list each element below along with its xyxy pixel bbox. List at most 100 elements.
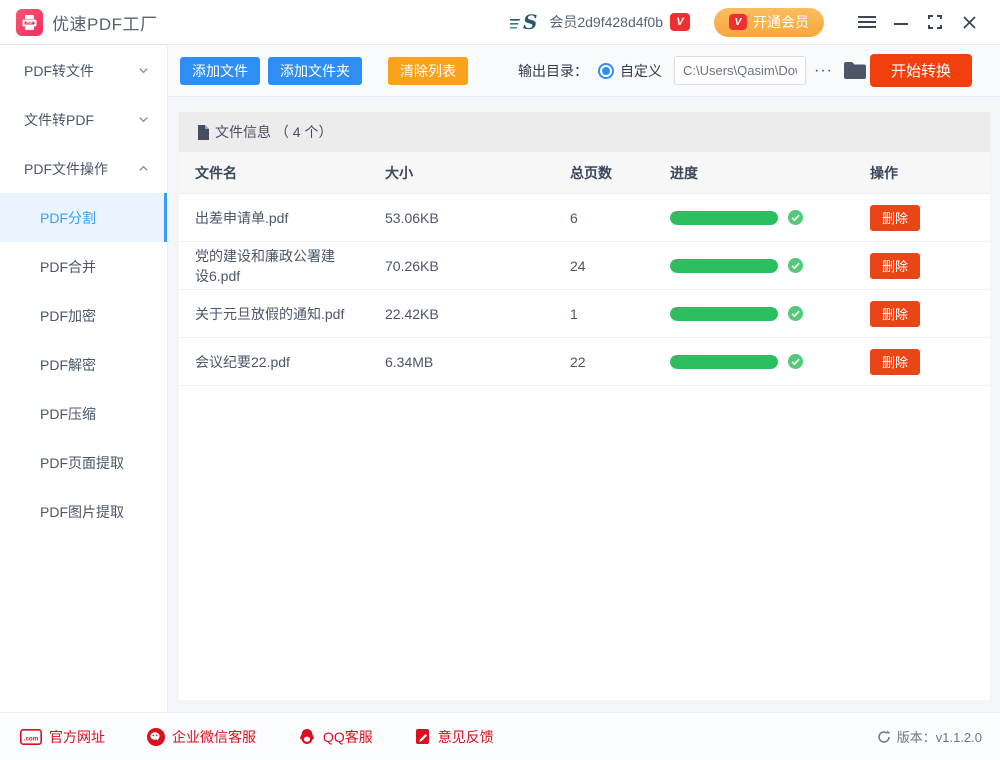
delete-button[interactable]: 删除 [870, 205, 920, 231]
sidebar-group-pdf-operations[interactable]: PDF文件操作 [0, 144, 167, 193]
table-header: 文件名 大小 总页数 进度 操作 [179, 152, 990, 194]
app-title: 优速PDF工厂 [52, 10, 158, 35]
swoosh-logo-icon: S [510, 11, 542, 33]
output-path-input[interactable] [674, 56, 806, 85]
version-check[interactable]: 版本：v1.1.2.0 [877, 727, 982, 746]
hamburger-icon [858, 15, 876, 29]
add-file-button[interactable]: 添加文件 [180, 57, 260, 85]
col-header-pages: 总页数 [554, 163, 654, 183]
table-row: 会议纪要22.pdf 6.34MB 22 删除 [179, 338, 990, 386]
minimize-icon [894, 15, 908, 29]
group-label: PDF文件操作 [24, 159, 108, 179]
svg-text:.com: .com [24, 735, 39, 742]
qq-icon [298, 728, 316, 746]
sidebar-item-pdf-encrypt[interactable]: PDF加密 [0, 291, 167, 340]
file-name: 会议纪要22.pdf [195, 352, 290, 372]
link-label: 意见反馈 [438, 727, 494, 747]
clear-list-button[interactable]: 清除列表 [388, 57, 468, 85]
col-header-size: 大小 [369, 163, 554, 183]
col-header-filename: 文件名 [179, 163, 369, 183]
item-label: PDF分割 [40, 208, 96, 228]
delete-button[interactable]: 删除 [870, 349, 920, 375]
table-row: 出差申请单.pdf 53.06KB 6 删除 [179, 194, 990, 242]
app-logo-icon: PDF [16, 9, 43, 36]
item-label: PDF页面提取 [40, 453, 124, 473]
sidebar-group-file-to-pdf[interactable]: 文件转PDF [0, 95, 167, 144]
maximize-button[interactable] [918, 7, 952, 37]
success-check-icon [788, 306, 803, 321]
main-content: 添加文件 添加文件夹 清除列表 输出目录： 自定义 ··· 开始转换 [168, 45, 1000, 712]
close-button[interactable] [952, 7, 986, 37]
success-check-icon [788, 354, 803, 369]
wechat-service-link[interactable]: 企业微信客服 [147, 727, 256, 747]
file-name: 党的建设和廉政公署建设6.pdf [195, 246, 347, 286]
item-label: PDF合并 [40, 257, 96, 277]
add-folder-button[interactable]: 添加文件夹 [268, 57, 362, 85]
browse-more-button[interactable]: ··· [814, 62, 833, 80]
document-icon [197, 125, 210, 140]
menu-button[interactable] [850, 7, 884, 37]
delete-button[interactable]: 删除 [870, 301, 920, 327]
item-label: PDF图片提取 [40, 502, 124, 522]
start-convert-button[interactable]: 开始转换 [870, 54, 972, 87]
item-label: PDF解密 [40, 355, 96, 375]
file-size: 53.06KB [369, 210, 554, 226]
file-pages: 6 [554, 210, 654, 226]
sidebar-item-pdf-image-extract[interactable]: PDF图片提取 [0, 487, 167, 536]
chevron-down-icon [138, 65, 149, 76]
file-pages: 24 [554, 258, 654, 274]
output-dir-label: 输出目录： [518, 61, 588, 81]
progress-bar [670, 307, 778, 321]
vip-icon: V [729, 14, 747, 30]
close-icon [963, 16, 976, 29]
app-window: PDF 优速PDF工厂 S 会员2d9f428d4f0b V V 开通会员 [0, 0, 1000, 760]
sidebar-item-pdf-compress[interactable]: PDF压缩 [0, 389, 167, 438]
svg-text:S: S [523, 11, 537, 33]
sidebar-item-pdf-split[interactable]: PDF分割 [0, 193, 167, 242]
member-account[interactable]: S 会员2d9f428d4f0b V [510, 11, 690, 33]
table-empty-area [179, 386, 990, 700]
sidebar: PDF转文件 文件转PDF PDF文件操作 PDF分割 PDF合并 PDF加密 … [0, 45, 168, 712]
upgrade-label: 开通会员 [753, 12, 809, 32]
maximize-icon [928, 15, 942, 29]
file-pages: 1 [554, 306, 654, 322]
delete-button[interactable]: 删除 [870, 253, 920, 279]
file-info-title: 文件信息 （ 4 个） [215, 122, 332, 142]
feedback-icon [415, 728, 431, 746]
item-label: PDF压缩 [40, 404, 96, 424]
link-label: 官方网址 [49, 727, 105, 747]
sidebar-item-pdf-page-extract[interactable]: PDF页面提取 [0, 438, 167, 487]
open-folder-button[interactable] [843, 61, 867, 80]
titlebar: PDF 优速PDF工厂 S 会员2d9f428d4f0b V V 开通会员 [0, 0, 1000, 45]
svg-text:PDF: PDF [26, 21, 32, 25]
chevron-down-icon [138, 114, 149, 125]
file-name: 关于元旦放假的通知.pdf [195, 304, 344, 324]
success-check-icon [788, 258, 803, 273]
table-row: 党的建设和廉政公署建设6.pdf 70.26KB 24 删除 [179, 242, 990, 290]
app-brand: PDF 优速PDF工厂 [16, 9, 158, 36]
vip-badge-icon: V [670, 13, 690, 31]
qq-service-link[interactable]: QQ客服 [298, 727, 373, 747]
sidebar-item-pdf-merge[interactable]: PDF合并 [0, 242, 167, 291]
file-name: 出差申请单.pdf [195, 208, 288, 228]
official-site-link[interactable]: .com 官方网址 [20, 727, 105, 747]
minimize-button[interactable] [884, 7, 918, 37]
group-label: 文件转PDF [24, 110, 94, 130]
version-label: 版本：v1.1.2.0 [897, 727, 982, 746]
group-label: PDF转文件 [24, 61, 94, 81]
custom-dir-radio[interactable] [598, 63, 614, 79]
file-pages: 22 [554, 354, 654, 370]
wechat-icon [147, 728, 165, 746]
custom-dir-radio-label: 自定义 [620, 61, 662, 81]
upgrade-membership-button[interactable]: V 开通会员 [714, 8, 824, 37]
sidebar-group-pdf-to-file[interactable]: PDF转文件 [0, 46, 167, 95]
col-header-progress: 进度 [654, 163, 854, 183]
member-id-label: 会员2d9f428d4f0b [549, 12, 663, 32]
sidebar-item-pdf-decrypt[interactable]: PDF解密 [0, 340, 167, 389]
chevron-up-icon [138, 163, 149, 174]
success-check-icon [788, 210, 803, 225]
feedback-link[interactable]: 意见反馈 [415, 727, 494, 747]
toolbar: 添加文件 添加文件夹 清除列表 输出目录： 自定义 ··· 开始转换 [168, 45, 1000, 97]
file-size: 70.26KB [369, 258, 554, 274]
progress-bar [670, 211, 778, 225]
